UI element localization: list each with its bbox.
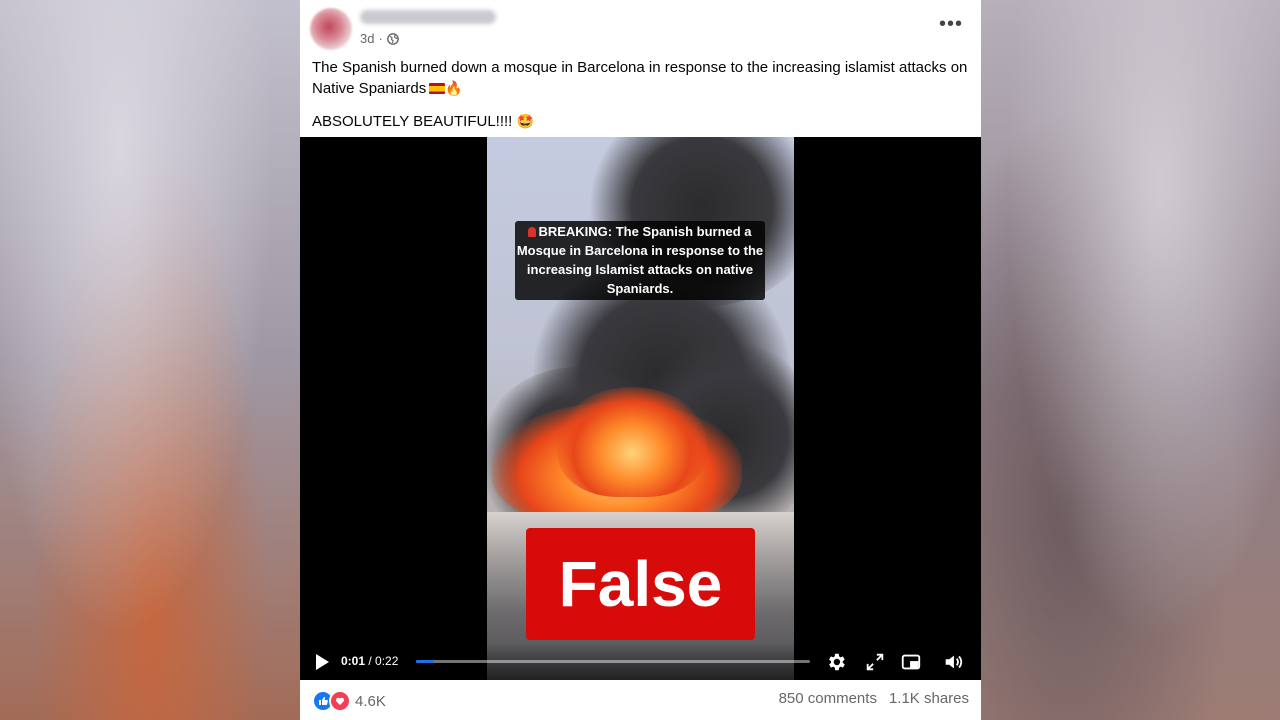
- siren-icon: [528, 227, 537, 237]
- volume-icon[interactable]: [942, 651, 964, 673]
- fullscreen-icon[interactable]: [864, 651, 886, 673]
- post-header: 3d · •••: [300, 0, 981, 56]
- reactions-summary[interactable]: 4.6K: [312, 690, 386, 712]
- meta-separator: ·: [378, 31, 383, 46]
- caption-text-2: ABSOLUTELY BEAUTIFUL!!!!: [312, 113, 513, 130]
- fire-emoji-icon: 🔥: [445, 80, 463, 96]
- comments-count[interactable]: 850 comments: [779, 690, 877, 707]
- engagement-stats: 850 comments 1.1K shares: [779, 690, 969, 707]
- breaking-news-overlay: BREAKING: The Spanish burned a Mosque in…: [515, 221, 765, 300]
- post-time[interactable]: 3d: [360, 31, 374, 46]
- caption-paragraph-1: The Spanish burned down a mosque in Barc…: [312, 57, 972, 99]
- reaction-count: 4.6K: [355, 692, 386, 710]
- progress-bar[interactable]: [416, 660, 810, 663]
- post-caption: The Spanish burned down a mosque in Barc…: [312, 57, 972, 132]
- video-player[interactable]: BREAKING: The Spanish burned a Mosque in…: [300, 137, 981, 680]
- author-name-blurred[interactable]: [360, 10, 496, 24]
- current-time: 0:01: [341, 654, 366, 668]
- fire: [557, 387, 707, 497]
- globe-icon[interactable]: [386, 32, 399, 45]
- false-verdict-badge: False: [526, 528, 755, 640]
- video-controls: 0:01 / 0:22: [300, 643, 981, 680]
- love-reaction-icon: [329, 690, 351, 712]
- background-left: [0, 0, 300, 720]
- duration: / 0:22: [368, 654, 399, 668]
- facebook-post: 3d · ••• The Spanish burned down a mosqu…: [300, 0, 981, 720]
- more-options-icon[interactable]: •••: [939, 14, 963, 34]
- progress-fill: [416, 660, 434, 663]
- spain-flag-icon: [429, 83, 446, 94]
- shares-count[interactable]: 1.1K shares: [889, 690, 969, 707]
- breaking-news-text: BREAKING: The Spanish burned a Mosque in…: [516, 224, 764, 296]
- avatar[interactable]: [310, 8, 352, 50]
- background-right: [980, 0, 1280, 720]
- picture-in-picture-icon[interactable]: [900, 651, 922, 673]
- caption-paragraph-2: ABSOLUTELY BEAUTIFUL!!!! 🤩: [312, 111, 972, 132]
- video-time: 0:01 / 0:22: [341, 652, 398, 670]
- post-footer: 4.6K 850 comments 1.1K shares: [300, 680, 981, 720]
- caption-text-1: The Spanish burned down a mosque in Barc…: [312, 59, 968, 97]
- play-icon[interactable]: [316, 654, 329, 670]
- star-struck-emoji-icon: 🤩: [516, 113, 534, 129]
- settings-gear-icon[interactable]: [825, 651, 847, 673]
- post-meta: 3d ·: [360, 31, 399, 46]
